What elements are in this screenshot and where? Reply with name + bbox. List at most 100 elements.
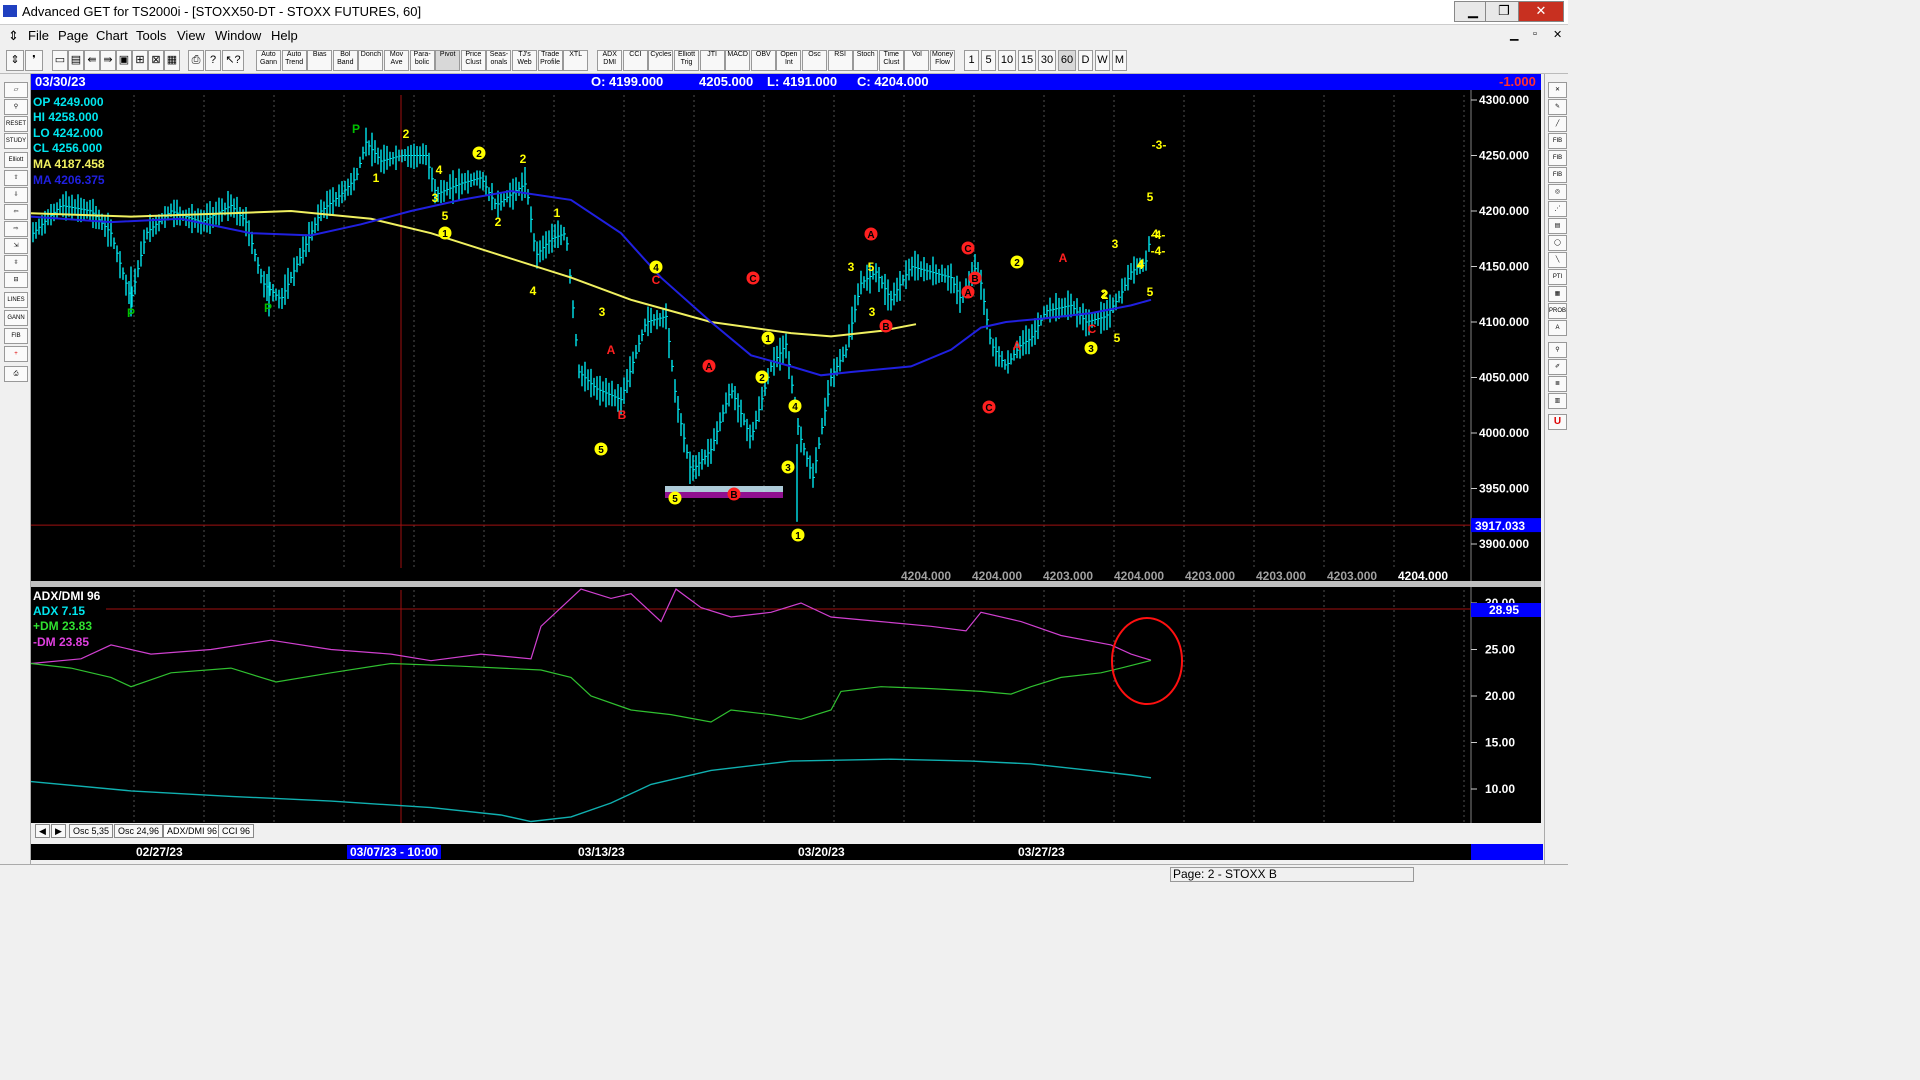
menu-file[interactable]: File: [28, 28, 49, 43]
scroll-left-icon[interactable]: ⇚: [84, 50, 100, 71]
tab-cci[interactable]: CCI 96: [218, 824, 255, 838]
delete-icon[interactable]: ⊠: [148, 50, 164, 71]
study-icon[interactable]: STUDY: [4, 133, 28, 149]
tab-scroll-left[interactable]: ◀: [35, 824, 50, 838]
print-icon[interactable]: ⎙: [188, 50, 204, 71]
arrow-down-icon[interactable]: ⇩: [4, 187, 28, 203]
study-button-open-int[interactable]: Open Int: [776, 50, 802, 71]
print-chart-icon[interactable]: ⎙: [4, 366, 28, 382]
study-button-obv[interactable]: OBV: [750, 50, 776, 71]
fit-icon[interactable]: ⊞: [132, 50, 148, 71]
period-button-60[interactable]: 60: [1058, 50, 1076, 71]
study-button-cycles[interactable]: Cycles: [648, 50, 674, 71]
elliott-icon[interactable]: Elliott: [4, 152, 28, 168]
compress-icon[interactable]: ⇲: [4, 238, 28, 254]
prob-icon[interactable]: PROB: [1548, 303, 1567, 319]
tab-scroll-right[interactable]: ▶: [51, 824, 66, 838]
grid-tool-icon[interactable]: ▦: [1548, 286, 1567, 302]
grid-icon[interactable]: ▦: [164, 50, 180, 71]
study-button-elliott-trig[interactable]: Elliott Trig: [674, 50, 699, 71]
study-button-adx-dmi[interactable]: ADX DMI: [597, 50, 623, 71]
study-button-donch[interactable]: Donch: [358, 50, 384, 71]
inner-close-button[interactable]: ✕: [1553, 28, 1562, 41]
text-tool-icon[interactable]: A: [1548, 320, 1567, 336]
quote-icon[interactable]: ❜: [25, 50, 43, 71]
period-button-5[interactable]: 5: [981, 50, 996, 71]
line-icon[interactable]: ╱: [1548, 116, 1567, 132]
pti-icon[interactable]: PTI: [1548, 269, 1567, 285]
period-button-w[interactable]: W: [1095, 50, 1110, 71]
zoom-tool-icon[interactable]: ⚲: [1548, 342, 1567, 358]
period-button-10[interactable]: 10: [998, 50, 1016, 71]
help-icon[interactable]: ?: [205, 50, 221, 71]
menu-chart[interactable]: Chart: [96, 28, 128, 43]
fib-time-icon[interactable]: FIB: [1548, 167, 1567, 183]
close-button[interactable]: ✕: [1518, 1, 1564, 22]
lines-icon[interactable]: LINES: [4, 292, 28, 308]
study-button-jti[interactable]: JTI: [699, 50, 725, 71]
crosshair-icon[interactable]: +: [4, 346, 28, 362]
pen-icon[interactable]: ✎: [1548, 99, 1567, 115]
study-button-mov-ave[interactable]: Mov Ave: [384, 50, 409, 71]
fan-icon[interactable]: ⋰: [1548, 201, 1567, 217]
study-button-seas-onals[interactable]: Seas- onals: [486, 50, 512, 71]
study-button-rsi[interactable]: RSI: [827, 50, 853, 71]
fib-icon[interactable]: FIB: [4, 328, 28, 344]
copy-icon[interactable]: ▤: [68, 50, 84, 71]
reset-icon[interactable]: RESET: [4, 116, 28, 132]
ellipse-icon[interactable]: ◯: [1548, 235, 1567, 251]
study-button-stoch[interactable]: Stoch: [853, 50, 879, 71]
fib-ext-icon[interactable]: FIB: [1548, 150, 1567, 166]
inner-minimize-button[interactable]: ▁: [1510, 28, 1518, 41]
menu-window[interactable]: Window: [215, 28, 261, 43]
study-button-trade-profile[interactable]: Trade Profile: [537, 50, 563, 71]
study-button-cci[interactable]: CCI: [622, 50, 648, 71]
study-button-pivot[interactable]: Pivot: [435, 50, 461, 71]
period-button-d[interactable]: D: [1078, 50, 1093, 71]
bars-icon[interactable]: ⊟: [4, 272, 28, 288]
study-button-vol[interactable]: Vol: [904, 50, 930, 71]
chart-menu-icon[interactable]: ⇕: [8, 28, 19, 44]
gann-icon[interactable]: GANN: [4, 310, 28, 326]
study-button-bias[interactable]: Bias: [307, 50, 333, 71]
period-button-15[interactable]: 15: [1018, 50, 1036, 71]
pencil-icon[interactable]: ✐: [1548, 359, 1567, 375]
cursor-icon[interactable]: ⇕: [6, 50, 24, 71]
expand-icon[interactable]: ⇳: [4, 255, 28, 271]
study-button-xtl[interactable]: XTL: [563, 50, 589, 71]
table-tool-icon[interactable]: ▥: [1548, 393, 1567, 409]
list-tool-icon[interactable]: ≣: [1548, 376, 1567, 392]
open-icon[interactable]: ▱: [4, 82, 28, 98]
channel-icon[interactable]: ▤: [1548, 218, 1567, 234]
study-button-auto-trend[interactable]: Auto Trend: [281, 50, 307, 71]
trend-icon[interactable]: ╲: [1548, 252, 1567, 268]
erase-icon[interactable]: ✕: [1548, 82, 1567, 98]
study-button-time-clust[interactable]: Time Clust: [878, 50, 904, 71]
tab-osc-5-35[interactable]: Osc 5,35: [69, 824, 114, 838]
inner-restore-button[interactable]: ▫: [1533, 28, 1537, 40]
menu-view[interactable]: View: [177, 28, 205, 43]
tab-osc-24-96[interactable]: Osc 24,96: [114, 824, 164, 838]
menu-tools[interactable]: Tools: [136, 28, 166, 43]
tab-adx-dmi[interactable]: ADX/DMI 96: [163, 824, 222, 838]
study-button-money-flow[interactable]: Money Flow: [930, 50, 955, 71]
chart-canvas[interactable]: PP P214352214353453452-3--4--4-3 452214512…: [31, 90, 1541, 823]
zoom-icon[interactable]: ▣: [116, 50, 132, 71]
arrow-right-icon[interactable]: ⇨: [4, 221, 28, 237]
magnet-icon[interactable]: U: [1548, 414, 1567, 430]
period-button-m[interactable]: M: [1112, 50, 1127, 71]
spiral-icon[interactable]: ◎: [1548, 184, 1567, 200]
study-button-tj-s-web[interactable]: TJ's Web: [512, 50, 537, 71]
new-page-icon[interactable]: ▭: [52, 50, 68, 71]
arrow-up-icon[interactable]: ⇧: [4, 170, 28, 186]
study-button-price-clust[interactable]: Price Clust: [460, 50, 486, 71]
bicycle-icon[interactable]: ⚲: [4, 99, 28, 115]
menu-help[interactable]: Help: [271, 28, 298, 43]
fib-ret-icon[interactable]: FIB: [1548, 133, 1567, 149]
scroll-right-icon[interactable]: ⇛: [100, 50, 116, 71]
study-button-auto-gann[interactable]: Auto Gann: [256, 50, 281, 71]
arrow-left-icon[interactable]: ⇦: [4, 204, 28, 220]
period-button-1[interactable]: 1: [964, 50, 979, 71]
study-button-macd[interactable]: MACD: [725, 50, 751, 71]
period-button-30[interactable]: 30: [1038, 50, 1056, 71]
